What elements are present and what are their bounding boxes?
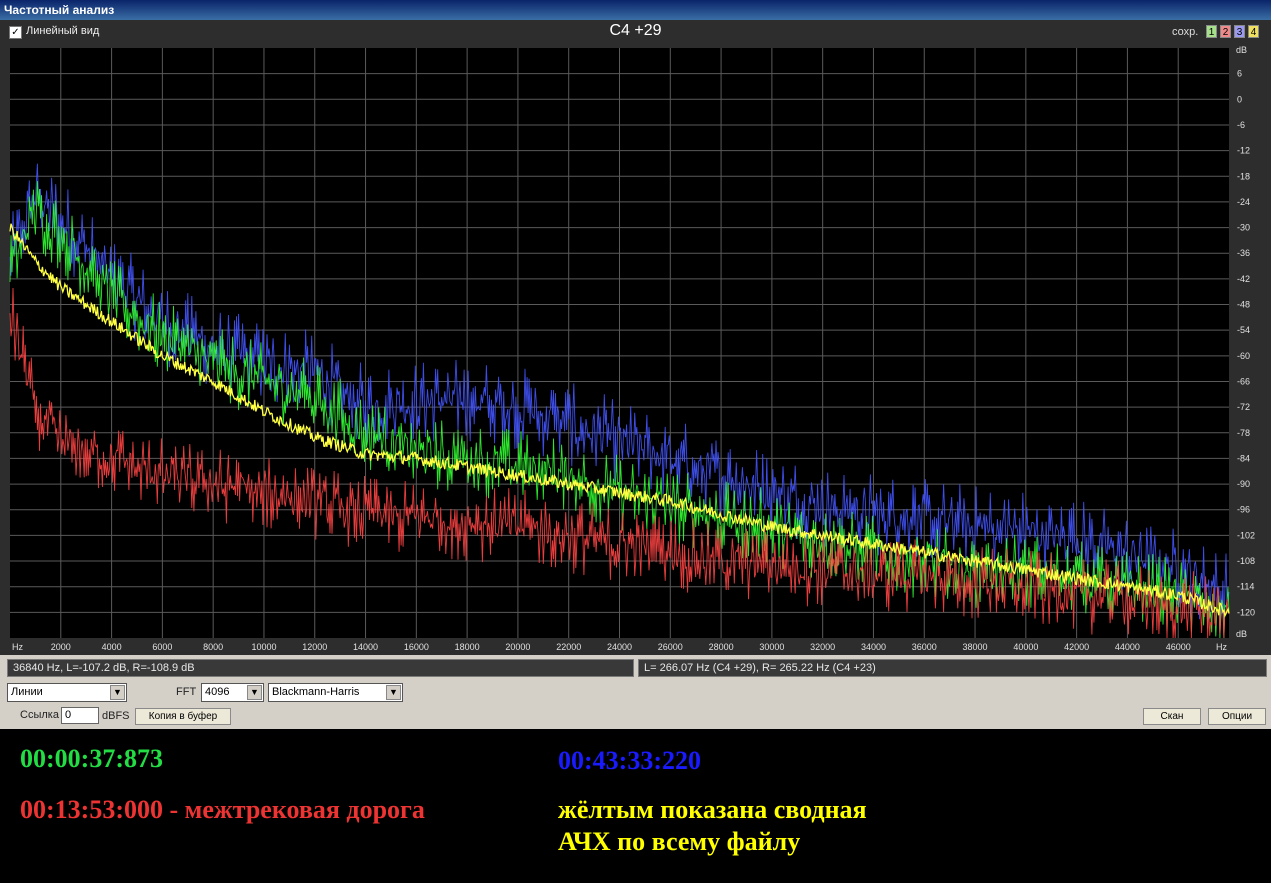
display-mode-select[interactable]: Линии ▼	[7, 683, 127, 702]
x-tick-label: 36000	[912, 642, 937, 652]
y-tick-label: -60	[1237, 351, 1250, 361]
y-tick-label: -78	[1237, 428, 1250, 438]
x-tick-label: 16000	[404, 642, 429, 652]
window-function-value: Blackmann-Harris	[272, 686, 360, 698]
x-tick-label: 22000	[556, 642, 581, 652]
y-tick-label: -42	[1237, 274, 1250, 284]
x-tick-label: 2000	[51, 642, 71, 652]
x-tick-label: 38000	[963, 642, 988, 652]
save-slot-4-button[interactable]: 4	[1248, 25, 1259, 38]
y-tick-label: -90	[1237, 479, 1250, 489]
spectrum-plot-area: Hz Hz 2000 4000 6000 8000 10000 12000 14000 16000…	[0, 44, 1271, 655]
x-tick-label: 24000	[607, 642, 632, 652]
x-tick-label: 28000	[709, 642, 734, 652]
x-tick-label: 10000	[251, 642, 276, 652]
spectrum-chart[interactable]: Hz Hz 2000 4000 6000 8000 10000 12000 14000 16000…	[0, 44, 1271, 655]
x-tick-label: 8000	[203, 642, 223, 652]
red-annotation: 00:13:53:000 - межтрековая дорога	[20, 795, 425, 824]
chevron-down-icon: ▼	[247, 685, 262, 700]
x-tick-label: 42000	[1064, 642, 1089, 652]
y-tick-label: -114	[1237, 582, 1254, 592]
y-tick-label: -96	[1237, 505, 1250, 515]
chevron-down-icon: ▼	[386, 685, 401, 700]
title-bar[interactable]: Частотный анализ	[0, 0, 1271, 20]
reference-label: Ссылка	[20, 709, 59, 721]
peak-readout: L= 266.07 Hz (C4 +29), R= 265.22 Hz (C4 …	[638, 659, 1267, 677]
y-tick-label: -54	[1237, 325, 1250, 335]
y-axis-unit-label-bottom: dB	[1236, 629, 1247, 639]
x-axis-unit-label-right: Hz	[1216, 642, 1227, 652]
y-tick-label: -24	[1237, 197, 1250, 207]
x-tick-label: 6000	[152, 642, 172, 652]
cursor-readout: 36840 Hz, L=-107.2 dB, R=-108.9 dB	[7, 659, 634, 677]
dbfs-label: dBFS	[102, 710, 130, 722]
x-tick-label: 46000	[1166, 642, 1191, 652]
window-function-select[interactable]: Blackmann-Harris ▼	[268, 683, 403, 702]
save-slot-3-button[interactable]: 3	[1234, 25, 1245, 38]
x-tick-label: 44000	[1115, 642, 1140, 652]
x-tick-label: 26000	[658, 642, 683, 652]
y-tick-label: -30	[1237, 223, 1250, 233]
y-tick-label: -102	[1237, 530, 1255, 540]
fft-size-select[interactable]: 4096 ▼	[201, 683, 264, 702]
y-axis-unit-label-top: dB	[1236, 45, 1247, 55]
copy-to-clipboard-button[interactable]: Копия в буфер	[135, 708, 231, 725]
y-tick-label: -72	[1237, 402, 1250, 412]
x-tick-label: 4000	[102, 642, 122, 652]
window-title: Частотный анализ	[4, 3, 115, 17]
x-axis-unit-label-left: Hz	[12, 642, 23, 652]
toolbar: ✓ Линейный вид C4 +29 сохр. 1 2 3 4	[0, 20, 1271, 44]
x-tick-label: 40000	[1013, 642, 1038, 652]
options-button[interactable]: Опции	[1208, 708, 1266, 725]
x-tick-label: 14000	[353, 642, 378, 652]
y-tick-label: -12	[1237, 146, 1250, 156]
reference-input[interactable]: 0	[61, 707, 99, 724]
yellow-annotation-line-1: жёлтым показана сводная	[558, 795, 867, 824]
note-readout: C4 +29	[609, 22, 662, 39]
x-tick-label: 20000	[505, 642, 530, 652]
y-tick-label: 0	[1237, 94, 1242, 104]
yellow-annotation-line-2: АЧХ по всему файлу	[558, 827, 801, 856]
x-tick-label: 18000	[455, 642, 480, 652]
x-tick-label: 34000	[861, 642, 886, 652]
y-tick-label: -6	[1237, 120, 1245, 130]
chevron-down-icon: ▼	[110, 685, 125, 700]
scan-button[interactable]: Скан	[1143, 708, 1201, 725]
green-timestamp: 00:00:37:873	[20, 744, 163, 773]
y-tick-label: -66	[1237, 376, 1250, 386]
y-tick-label: -108	[1237, 556, 1255, 566]
x-tick-label: 32000	[810, 642, 835, 652]
frequency-analysis-window: Частотный анализ ✓ Линейный вид C4 +29 с…	[0, 0, 1271, 729]
y-tick-label: -48	[1237, 300, 1250, 310]
save-label: сохр.	[1172, 26, 1199, 38]
fft-label: FFT	[176, 686, 197, 698]
blue-timestamp: 00:43:33:220	[558, 746, 701, 775]
x-tick-label: 30000	[759, 642, 784, 652]
save-slot-1-button[interactable]: 1	[1206, 25, 1217, 38]
fft-size-value: 4096	[205, 686, 230, 698]
save-slot-2-button[interactable]: 2	[1220, 25, 1231, 38]
y-tick-label: 6	[1237, 69, 1242, 79]
display-mode-value: Линии	[11, 686, 43, 698]
y-tick-label: -18	[1237, 171, 1250, 181]
y-tick-label: -120	[1237, 607, 1255, 617]
y-tick-label: -36	[1237, 248, 1250, 258]
y-tick-label: -84	[1237, 453, 1250, 463]
x-tick-label: 12000	[302, 642, 327, 652]
